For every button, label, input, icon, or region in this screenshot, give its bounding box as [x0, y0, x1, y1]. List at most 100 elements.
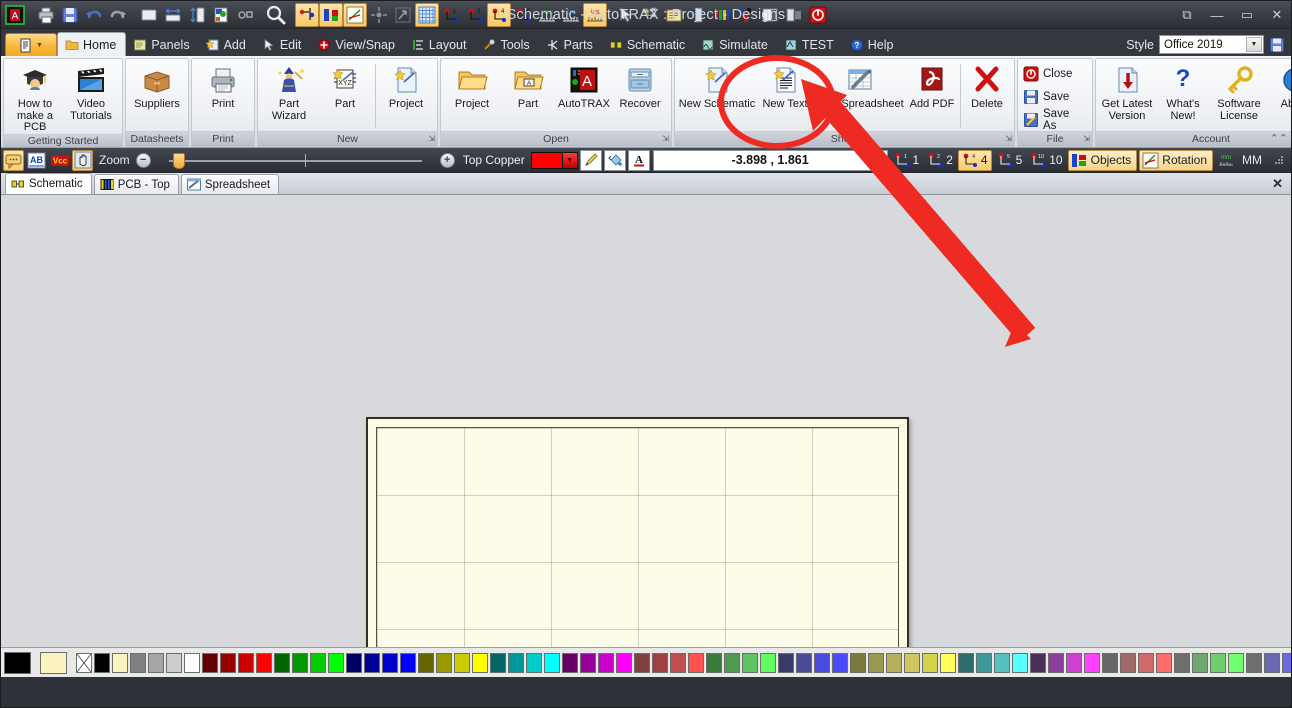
open-autotrax-button[interactable]: A AutoTRAX [556, 61, 612, 129]
palette-swatch[interactable] [814, 652, 830, 673]
close-icon[interactable]: ✕ [1269, 7, 1285, 23]
fit-width-icon[interactable] [161, 3, 185, 27]
pen-icon[interactable] [579, 149, 602, 171]
palette-swatch[interactable] [166, 652, 182, 673]
print-icon[interactable] [34, 3, 58, 27]
palette-swatch[interactable] [346, 652, 362, 673]
vcc-icon[interactable]: Vcc [49, 150, 70, 171]
palette-swatch[interactable] [1174, 652, 1190, 673]
color-palette[interactable] [1, 647, 1291, 677]
palette-swatch[interactable] [868, 652, 884, 673]
palette-swatch[interactable] [526, 652, 542, 673]
maximize-icon[interactable]: ▭ [1239, 7, 1255, 23]
palette-swatch[interactable] [418, 652, 434, 673]
new-schematic-button[interactable]: New Schematic [678, 61, 756, 129]
palette-swatch[interactable] [310, 652, 326, 673]
palette-swatch[interactable] [580, 652, 596, 673]
ins-unit-icon[interactable]: ins [583, 2, 607, 27]
palette-swatch[interactable] [400, 652, 416, 673]
collapse-ribbon-icon[interactable]: ⌃⌃ [1270, 132, 1288, 145]
palette-swatch[interactable] [1084, 652, 1100, 673]
palette-swatch[interactable] [112, 652, 128, 673]
origin-icon[interactable] [367, 3, 391, 27]
snap-4-button[interactable]: 4 4 [957, 149, 992, 171]
part-wizard-button[interactable]: Part Wizard [261, 61, 317, 129]
tab-viewsnap[interactable]: View/Snap [310, 33, 404, 56]
tab-help[interactable]: ? Help [843, 33, 903, 56]
current-color-swatch[interactable] [4, 651, 31, 674]
dialog-launcher-icon[interactable]: ⇲ [428, 134, 435, 143]
snap-2-button[interactable]: 2 2 [924, 150, 956, 171]
palette-swatch[interactable] [202, 652, 218, 673]
objects-icon[interactable] [233, 3, 257, 27]
palette-swatch[interactable] [760, 652, 776, 673]
save-button[interactable]: Save [1021, 87, 1074, 108]
app-logo-icon[interactable]: A [3, 3, 27, 27]
palette-swatch[interactable] [490, 652, 506, 673]
ic-chip-icon[interactable] [686, 3, 710, 27]
zoom-out-button[interactable]: − [135, 152, 151, 168]
palette-swatch[interactable] [904, 652, 920, 673]
snap-1-icon[interactable]: 1 [439, 3, 463, 27]
palette-swatch[interactable] [148, 652, 164, 673]
notes-icon[interactable] [662, 3, 686, 27]
new-part-button[interactable]: XYZ Part [317, 61, 373, 129]
mm-icon[interactable]: mm [1215, 150, 1236, 171]
palette-swatch[interactable] [1030, 652, 1046, 673]
power-exit-icon[interactable] [806, 3, 830, 27]
palette-swatch[interactable] [1246, 652, 1262, 673]
pan-hand-icon[interactable] [72, 149, 93, 171]
whats-new-button[interactable]: ? What's New! [1155, 61, 1211, 129]
open-project-button[interactable]: Project [444, 61, 500, 129]
ab-text-icon[interactable]: AB [26, 150, 47, 171]
palette-swatch[interactable] [364, 652, 380, 673]
layer-selector[interactable]: Top Copper ▼ [457, 150, 578, 171]
new-project-button[interactable]: Project [378, 61, 434, 129]
tab-edit[interactable]: Edit [255, 33, 311, 56]
how-to-make-a-pcb-button[interactable]: How to make a PCB [7, 61, 63, 134]
palette-swatch[interactable] [886, 652, 902, 673]
palette-swatch[interactable] [220, 652, 236, 673]
palette-swatch[interactable] [1210, 652, 1226, 673]
select-cursor-icon[interactable] [614, 3, 638, 27]
palette-swatch[interactable] [1102, 652, 1118, 673]
doc-tab-schematic[interactable]: Schematic [5, 173, 92, 194]
probe-icon[interactable] [734, 3, 758, 27]
open-part-button[interactable]: A Part [500, 61, 556, 129]
style-select[interactable]: Office 2019 ▼ [1159, 35, 1264, 54]
palette-swatch[interactable] [832, 652, 848, 673]
palette-swatch[interactable] [256, 652, 272, 673]
arrow-up-right-icon[interactable] [391, 3, 415, 27]
close-button[interactable]: Close [1021, 64, 1077, 85]
palette-swatch[interactable] [184, 652, 200, 673]
redo-icon[interactable] [106, 3, 130, 27]
tab-add[interactable]: Add [199, 33, 255, 56]
zoom-icon[interactable] [264, 3, 288, 27]
palette-swatch[interactable] [796, 652, 812, 673]
save-style-icon[interactable] [1269, 37, 1285, 53]
palette-swatch[interactable] [1012, 652, 1028, 673]
undo-icon[interactable] [82, 3, 106, 27]
pads-icon[interactable] [319, 2, 343, 27]
rotation-button[interactable]: Rotation [1139, 149, 1213, 171]
fit-height-icon[interactable] [185, 3, 209, 27]
palette-swatch[interactable] [1156, 652, 1172, 673]
tab-tools[interactable]: Tools [475, 33, 538, 56]
palette-swatch[interactable] [652, 652, 668, 673]
get-latest-version-button[interactable]: Get Latest Version [1099, 61, 1155, 129]
application-menu-button[interactable]: ▼ [5, 33, 57, 56]
tab-parts[interactable]: Parts [539, 33, 602, 56]
zoom-in-button[interactable]: + [439, 152, 455, 168]
palette-swatch[interactable] [778, 652, 794, 673]
palette-swatch[interactable] [976, 652, 992, 673]
suppliers-button[interactable]: Suppliers [129, 61, 185, 129]
software-license-button[interactable]: Software License [1211, 61, 1267, 129]
resize-grip-icon[interactable] [1268, 150, 1289, 171]
palette-swatch[interactable] [544, 652, 560, 673]
tab-schematic[interactable]: Schematic [602, 33, 694, 56]
about-button[interactable]: About [1267, 61, 1291, 129]
palette-swatch[interactable] [724, 652, 740, 673]
mm-unit-icon[interactable]: mm [535, 3, 559, 27]
snap-2-icon[interactable]: 2 [463, 3, 487, 27]
minimize-icon[interactable]: — [1209, 8, 1225, 23]
